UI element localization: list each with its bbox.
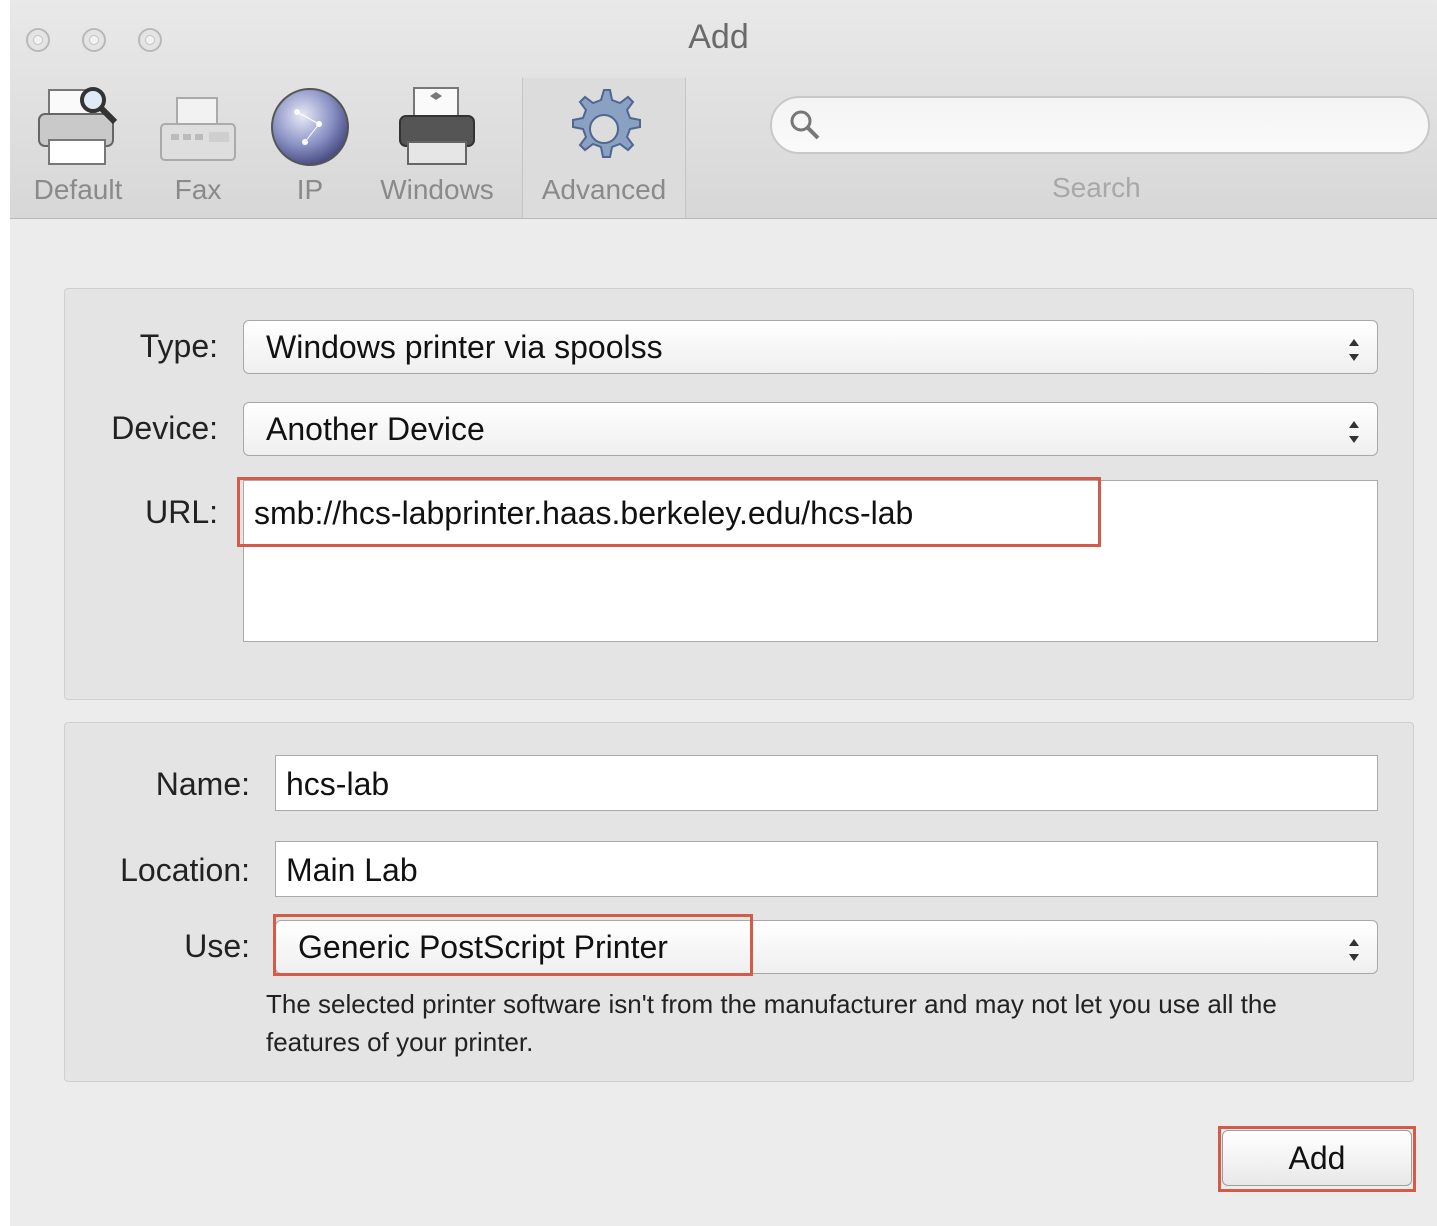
toolbar-item-ip[interactable]: IP (262, 78, 358, 218)
globe-icon (267, 84, 353, 175)
window-title: Add (688, 18, 749, 56)
name-label: Name: (155, 766, 250, 802)
name-field[interactable]: hcs-lab (275, 755, 1378, 811)
toolbar-label-default: Default (33, 174, 123, 205)
search-field[interactable] (770, 96, 1430, 154)
search-icon (788, 108, 822, 147)
updown-arrows-icon (1345, 930, 1363, 964)
toolbar-label-fax: Fax (174, 174, 222, 205)
search-label: Search (1052, 172, 1141, 203)
location-field[interactable]: Main Lab (275, 841, 1378, 897)
use-value: Generic PostScript Printer (298, 929, 668, 965)
url-field[interactable]: smb://hcs-labprinter.haas.berkeley.edu/h… (243, 480, 1378, 642)
add-button[interactable]: Add (1222, 1130, 1412, 1186)
type-value: Windows printer via spoolss (266, 329, 663, 365)
gear-icon (559, 84, 649, 179)
url-label: URL: (145, 494, 218, 530)
fax-icon (155, 84, 241, 175)
toolbar-item-windows[interactable]: Windows (372, 78, 502, 218)
updown-arrows-icon (1345, 412, 1363, 446)
toolbar-item-fax[interactable]: Fax (150, 78, 246, 218)
toolbar-label-advanced: Advanced (541, 174, 667, 205)
use-popup[interactable]: Generic PostScript Printer (275, 920, 1378, 974)
windows-printer-icon (394, 84, 480, 175)
type-label: Type: (139, 328, 218, 364)
driver-warning-text: The selected printer software isn't from… (266, 989, 1277, 1057)
location-value: Main Lab (286, 852, 418, 888)
use-label: Use: (184, 928, 250, 964)
name-value: hcs-lab (286, 766, 390, 802)
location-label: Location: (120, 852, 250, 888)
device-label: Device: (111, 410, 218, 446)
printer-magnifier-icon (35, 84, 121, 175)
device-popup[interactable]: Another Device (243, 402, 1378, 456)
toolbar-label-windows: Windows (380, 174, 494, 205)
updown-arrows-icon (1345, 330, 1363, 364)
device-value: Another Device (266, 411, 485, 447)
toolbar-item-default[interactable]: Default (20, 78, 136, 218)
type-popup[interactable]: Windows printer via spoolss (243, 320, 1378, 374)
toolbar-item-advanced[interactable]: Advanced (522, 78, 686, 218)
url-value: smb://hcs-labprinter.haas.berkeley.edu/h… (254, 495, 914, 531)
toolbar-label-ip: IP (296, 174, 324, 205)
